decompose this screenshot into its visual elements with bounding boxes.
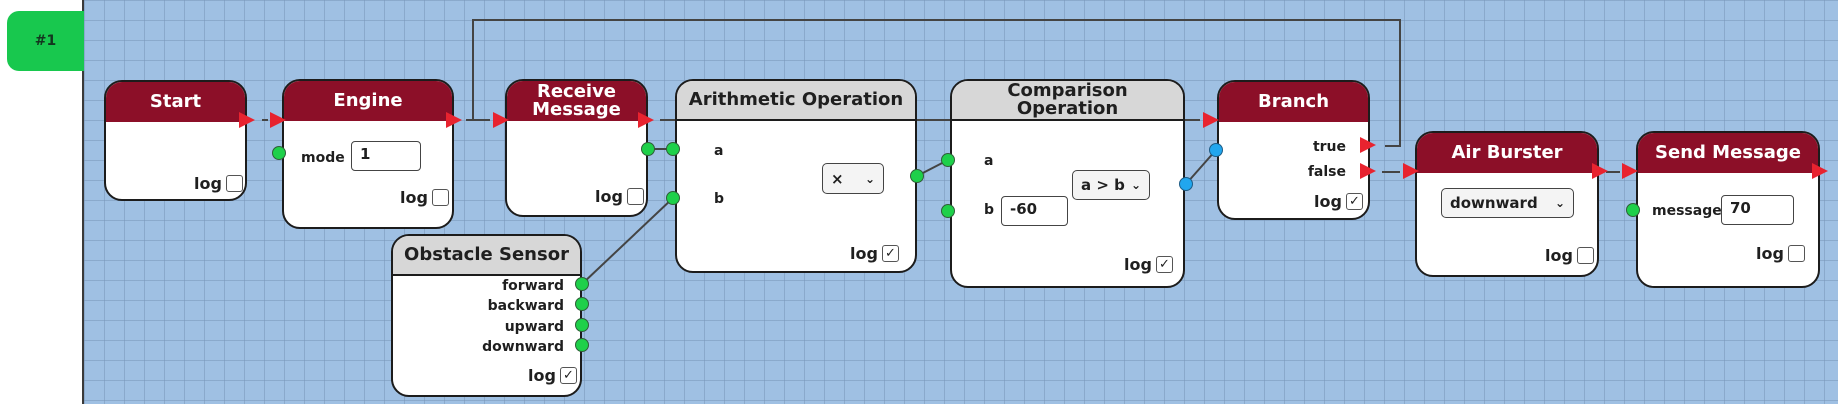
node-title: Arithmetic Operation: [677, 81, 915, 121]
log-checkbox[interactable]: [1576, 247, 1594, 264]
flow-output-arrow[interactable]: [446, 112, 462, 128]
b-value-input[interactable]: -60: [1001, 196, 1068, 226]
b-input-port[interactable]: [941, 204, 955, 218]
node-title: Engine: [284, 81, 452, 121]
input-b-label: b: [984, 202, 995, 218]
send-message-node[interactable]: Send Message message 70 log: [1636, 131, 1820, 288]
mode-input-port[interactable]: [272, 146, 286, 160]
title-line: Operation: [1016, 98, 1119, 119]
input-a-label: a: [714, 143, 724, 159]
comparison-select[interactable]: a > b ⌄: [1072, 170, 1150, 200]
log-toggle[interactable]: log ✓: [1124, 255, 1173, 274]
direction-value: downward: [1450, 194, 1538, 212]
left-panel: #1: [0, 0, 84, 404]
downward-output-port[interactable]: [575, 338, 589, 352]
log-label: log: [1124, 255, 1152, 274]
log-checkbox[interactable]: ✓: [559, 367, 577, 384]
b-input-port[interactable]: [666, 191, 680, 205]
flow-output-arrow[interactable]: [239, 112, 255, 128]
log-label: log: [850, 244, 878, 263]
log-toggle[interactable]: log ✓: [850, 244, 899, 263]
node-title: Receive Message: [507, 81, 646, 121]
flow-true-arrow[interactable]: [1360, 137, 1376, 153]
log-toggle[interactable]: log: [400, 188, 449, 207]
log-checkbox[interactable]: ✓: [1155, 256, 1173, 273]
mode-label: mode: [301, 150, 345, 166]
title-line: Message: [532, 99, 621, 120]
obstacle-sensor-node[interactable]: Obstacle Sensor forward backward upward …: [391, 234, 582, 397]
log-checkbox[interactable]: [1787, 245, 1805, 262]
flow-output-arrow[interactable]: [638, 112, 654, 128]
chevron-down-icon: ⌄: [1554, 196, 1565, 210]
comparison-operation-node[interactable]: Comparison Operation a b -60 a > b ⌄ log …: [950, 79, 1185, 288]
output-forward-label: forward: [502, 278, 564, 294]
message-output-port[interactable]: [641, 142, 655, 156]
message-input[interactable]: 70: [1721, 195, 1794, 225]
a-input-port[interactable]: [666, 142, 680, 156]
log-checkbox[interactable]: [431, 189, 449, 206]
node-title: Send Message: [1638, 133, 1818, 173]
output-upward-label: upward: [504, 319, 564, 335]
log-label: log: [1314, 192, 1342, 211]
input-b-label: b: [714, 191, 725, 207]
flow-input-arrow[interactable]: [1403, 163, 1419, 179]
graph-tab[interactable]: #1: [7, 11, 84, 71]
log-checkbox[interactable]: [225, 175, 243, 192]
operator-value: a > b: [1081, 176, 1125, 194]
message-label: message: [1652, 203, 1722, 219]
arithmetic-operation-node[interactable]: Arithmetic Operation a b × ⌄ log ✓: [675, 79, 917, 273]
log-toggle[interactable]: log: [194, 174, 243, 193]
chevron-down-icon: ⌄: [864, 171, 875, 186]
log-checkbox[interactable]: ✓: [1345, 193, 1363, 210]
log-label: log: [400, 188, 428, 207]
log-label: log: [595, 187, 623, 206]
output-backward-label: backward: [487, 298, 564, 314]
chevron-down-icon: ⌄: [1130, 178, 1141, 192]
air-burster-node[interactable]: Air Burster downward ⌄ log: [1415, 131, 1599, 277]
log-toggle[interactable]: log: [1756, 244, 1805, 263]
output-false-label: false: [1307, 164, 1346, 180]
receive-message-node[interactable]: Receive Message log: [505, 79, 648, 217]
flow-output-arrow[interactable]: [1812, 163, 1828, 179]
engine-node[interactable]: Engine mode 1 log: [282, 79, 454, 229]
log-toggle[interactable]: log ✓: [1314, 192, 1363, 211]
input-a-label: a: [984, 153, 994, 169]
flow-output-arrow[interactable]: [1592, 163, 1608, 179]
node-title: Comparison Operation: [952, 81, 1183, 121]
log-checkbox[interactable]: [626, 188, 644, 205]
node-title: Branch: [1219, 82, 1368, 122]
log-checkbox[interactable]: ✓: [881, 245, 899, 262]
backward-output-port[interactable]: [575, 297, 589, 311]
upward-output-port[interactable]: [575, 318, 589, 332]
flow-false-arrow[interactable]: [1360, 163, 1376, 179]
log-toggle[interactable]: log: [595, 187, 644, 206]
log-label: log: [1756, 244, 1784, 263]
log-label: log: [528, 366, 556, 385]
boolean-output-port[interactable]: [1179, 177, 1193, 191]
node-title: Obstacle Sensor: [393, 236, 580, 276]
a-input-port[interactable]: [941, 153, 955, 167]
node-title: Start: [106, 82, 245, 122]
operator-select[interactable]: × ⌄: [822, 163, 884, 194]
branch-node[interactable]: Branch true false log ✓: [1217, 80, 1370, 220]
output-downward-label: downward: [482, 339, 564, 355]
operator-value: ×: [831, 169, 844, 188]
log-toggle[interactable]: log ✓: [528, 366, 577, 385]
mode-input[interactable]: 1: [351, 141, 421, 171]
result-output-port[interactable]: [910, 169, 924, 183]
condition-input-port[interactable]: [1209, 143, 1223, 157]
start-node[interactable]: Start log: [104, 80, 247, 201]
log-toggle[interactable]: log: [1545, 246, 1594, 265]
flow-input-arrow[interactable]: [1622, 163, 1638, 179]
flow-input-arrow[interactable]: [1203, 112, 1219, 128]
log-label: log: [1545, 246, 1573, 265]
output-true-label: true: [1312, 139, 1346, 155]
flow-input-arrow[interactable]: [270, 112, 286, 128]
direction-select[interactable]: downward ⌄: [1441, 188, 1574, 218]
message-input-port[interactable]: [1626, 203, 1640, 217]
log-label: log: [194, 174, 222, 193]
flow-input-arrow[interactable]: [493, 112, 509, 128]
forward-output-port[interactable]: [575, 277, 589, 291]
node-title: Air Burster: [1417, 133, 1597, 173]
